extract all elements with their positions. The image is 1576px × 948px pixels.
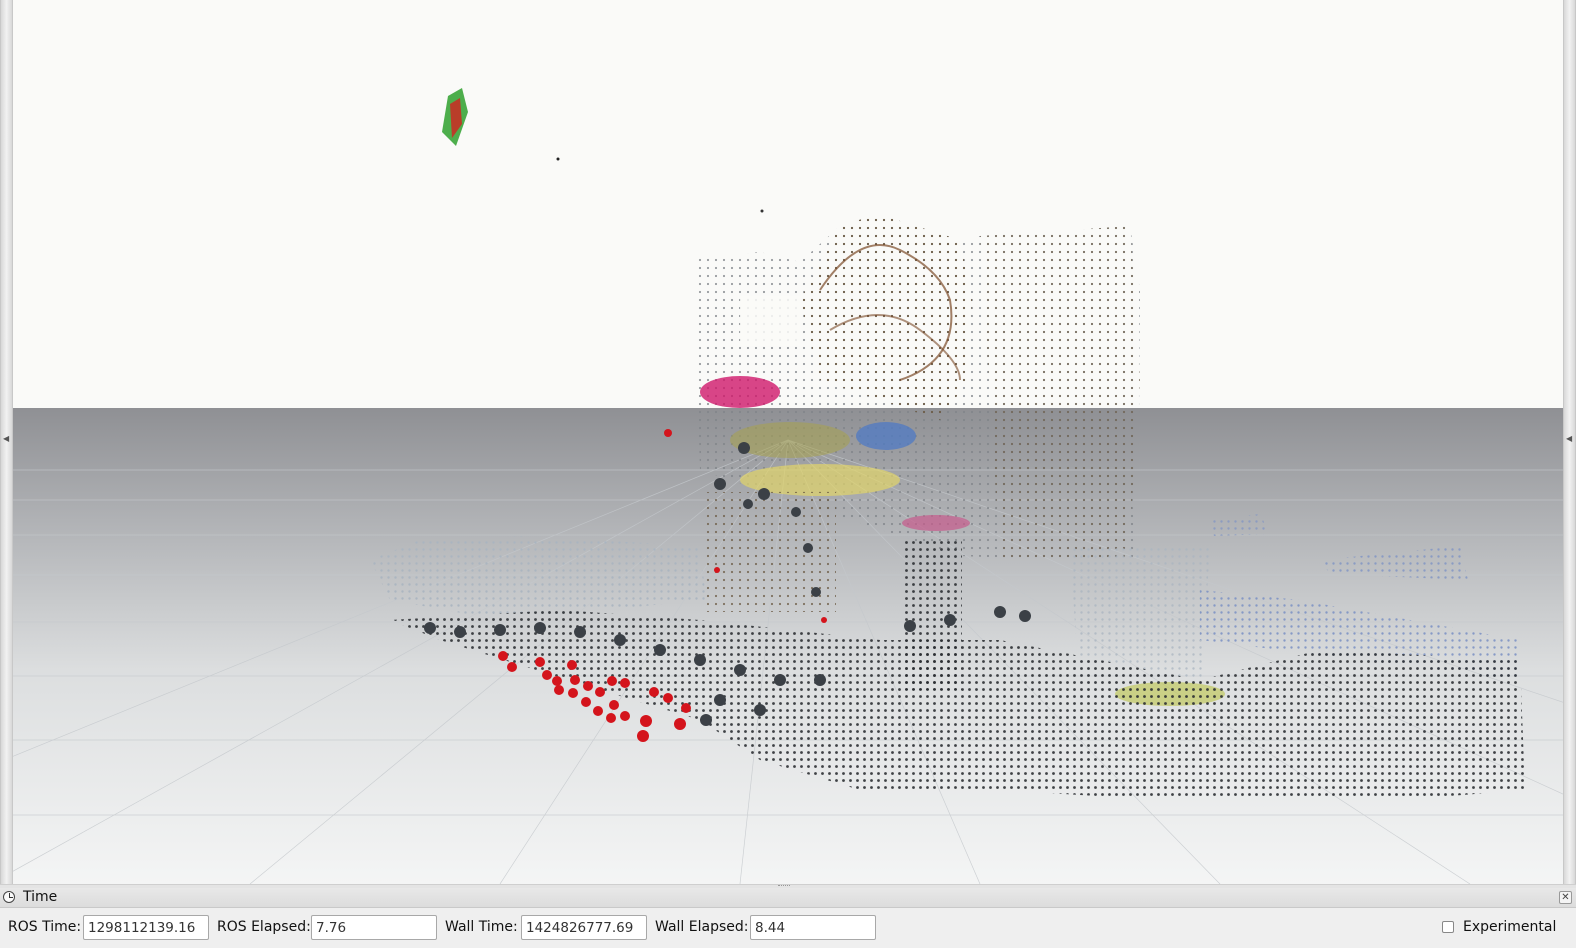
right-dock-handle[interactable]: ◀ [1563,0,1576,884]
wall-time-field[interactable] [521,915,647,940]
wall-elapsed-label: Wall Elapsed: [655,919,749,935]
time-panel-title: Time [23,889,58,905]
time-panel-titlebar: Time ✕ [0,888,1576,908]
clock-icon [3,891,15,903]
ros-elapsed-field[interactable] [311,915,437,940]
experimental-label: Experimental [1463,919,1557,935]
point-cloud-scene[interactable] [0,0,1576,884]
ros-time-label: ROS Time: [8,919,82,935]
close-icon[interactable]: ✕ [1559,891,1572,904]
render-viewport[interactable]: ◀ ◀ [0,0,1576,884]
ros-elapsed-label: ROS Elapsed: [217,919,311,935]
ros-time-field[interactable] [83,915,209,940]
experimental-checkbox[interactable] [1442,921,1454,933]
time-fields: ROS Time: ROS Elapsed: Wall Time: Wall E… [0,915,1576,941]
left-dock-handle[interactable]: ◀ [0,0,13,884]
arrow-right-icon[interactable]: ◀ [1566,434,1572,443]
arrow-left-icon[interactable]: ◀ [3,434,9,443]
wall-elapsed-field[interactable] [750,915,876,940]
time-panel: Time ✕ ROS Time: ROS Elapsed: Wall Time:… [0,888,1576,948]
wall-time-label: Wall Time: [445,919,518,935]
